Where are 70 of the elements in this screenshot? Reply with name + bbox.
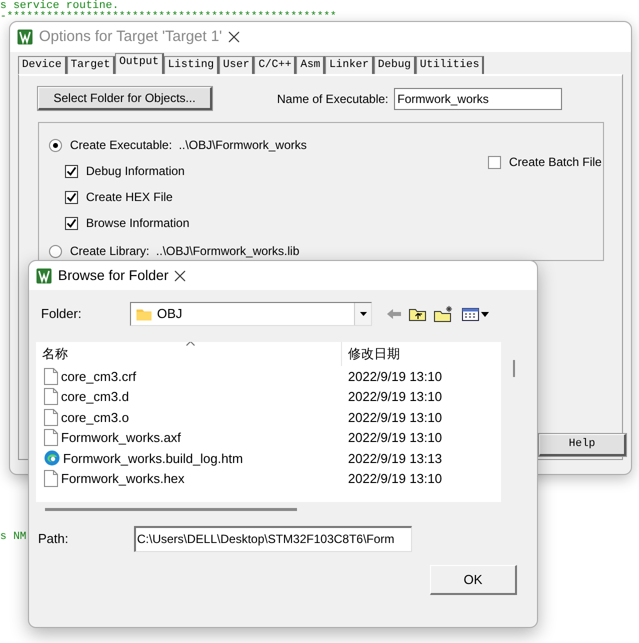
ok-button[interactable]: OK [430, 565, 517, 595]
checkbox[interactable] [65, 190, 78, 204]
path-field[interactable]: C:\Users\DELL\Desktop\STM32F103C8T6\Form [134, 526, 412, 552]
tab[interactable]: Listing [164, 56, 220, 74]
file-name: core_cm3.o [61, 408, 129, 427]
option-label: Create Library: ..\OBJ\Formwork_works.lib [70, 243, 300, 260]
close-icon[interactable] [174, 270, 186, 282]
scrollbar-thumb[interactable] [45, 508, 297, 511]
check-icon [66, 218, 77, 228]
close-icon[interactable] [228, 31, 240, 43]
radio-button[interactable] [49, 138, 62, 152]
check-icon [66, 166, 77, 176]
window-title: Options for Target 'Target 1' [39, 26, 222, 47]
file-icon [44, 408, 58, 426]
file-icon [44, 368, 58, 385]
field-label: Path: [38, 530, 70, 548]
code-line: -************************************************** [0, 12, 337, 23]
file-name: core_cm3.d [61, 388, 129, 406]
field-label: Name of Executable: [277, 90, 388, 108]
radio-button[interactable] [49, 244, 62, 258]
column-header[interactable]: 名称 [42, 344, 68, 364]
file-icon [44, 429, 58, 446]
file-name: Formwork_works.hex [61, 470, 185, 488]
column-header[interactable]: 修改日期 [348, 346, 400, 362]
folder-up-icon[interactable] [409, 307, 426, 321]
tab[interactable]: Target [66, 56, 116, 74]
tab[interactable]: Linker [325, 56, 374, 74]
file-date: 2022/9/19 13:10 [347, 388, 442, 406]
tab[interactable]: User [219, 56, 254, 74]
file-date: 2022/9/19 13:10 [347, 408, 442, 426]
tab[interactable]: Output [115, 53, 164, 74]
select-folder-button[interactable]: Select Folder for Objects... [38, 87, 212, 110]
help-button[interactable]: Help [539, 434, 626, 456]
option-label: Browse Information [86, 215, 190, 232]
option-label: Create Executable: ..\OBJ\Formwork_works [70, 137, 307, 154]
scrollbar-thumb[interactable] [513, 360, 515, 377]
option-label: Create HEX File [86, 189, 173, 206]
file-name: Formwork_works.axf [61, 429, 181, 447]
file-icon [44, 388, 58, 406]
tab[interactable]: Utilities [416, 56, 484, 74]
view-menu-icon[interactable] [462, 308, 490, 320]
file-date: 2022/9/19 13:10 [347, 429, 442, 447]
code-line: s service routine. [0, 1, 119, 12]
file-date: 2022/9/19 13:10 [347, 368, 442, 386]
file-name: core_cm3.crf [61, 368, 136, 386]
checkbox[interactable] [488, 156, 501, 168]
tab[interactable]: Asm [296, 56, 326, 74]
checkbox[interactable] [65, 164, 78, 178]
folder-icon [136, 307, 152, 321]
tab[interactable]: C/C++ [254, 56, 296, 74]
folder-dropdown[interactable]: OBJ [130, 302, 372, 326]
option-label: Create Batch File [509, 154, 602, 171]
tab[interactable]: Device [18, 56, 67, 74]
app-icon [17, 29, 33, 45]
file-name: Formwork_works.build_log.htm [63, 450, 243, 468]
check-icon [66, 192, 77, 202]
caret-icon [360, 312, 366, 316]
option-label: Debug Information [86, 163, 185, 180]
tab[interactable]: Debug [374, 56, 416, 74]
file-date: 2022/9/19 13:13 [347, 450, 442, 468]
new-folder-icon[interactable] [434, 306, 454, 322]
app-icon [36, 268, 52, 284]
file-icon [44, 470, 58, 488]
code-line: s NM [0, 530, 26, 545]
window-title: Browse for Folder [58, 266, 168, 285]
checkbox[interactable] [65, 216, 78, 230]
field-label: Folder: [41, 305, 82, 324]
executable-name-field[interactable]: Formwork_works [394, 88, 562, 110]
file-date: 2022/9/19 13:10 [347, 470, 442, 488]
browser-icon [44, 450, 60, 466]
